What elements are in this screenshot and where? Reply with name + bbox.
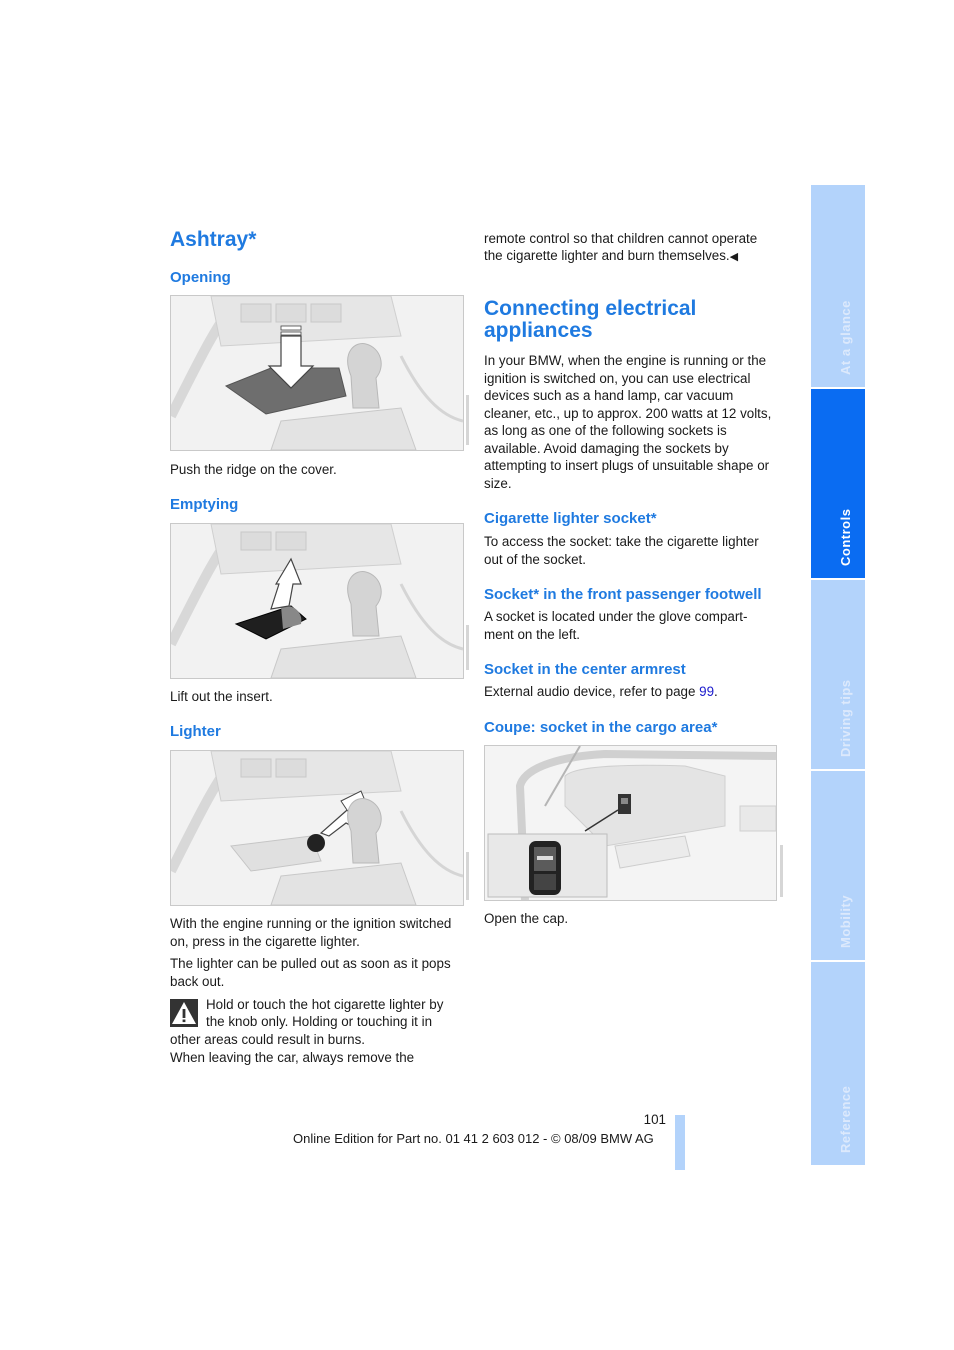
page-number: 101 — [643, 1112, 666, 1127]
lighter-paragraph-2: The lighter can be pulled out as soon as… — [170, 956, 451, 989]
continued-text-line-1: remote control so that children cannot o… — [484, 231, 758, 246]
warning-line-2: the knob only. Holding or touching it in — [206, 1014, 433, 1029]
figure-code — [464, 852, 472, 900]
tab-driving-tips[interactable]: Driving tips — [811, 580, 865, 769]
ashtray-cover-push-illustration — [170, 295, 464, 451]
tab-at-a-glance[interactable]: At a glance — [811, 185, 865, 387]
lighter-paragraph-1: With the engine running or the ignition … — [170, 916, 452, 949]
cigarette-lighter-socket-text: To access the socket: take the cigarette… — [484, 534, 759, 567]
page-marker-bar — [675, 1115, 685, 1170]
subheading-center-armrest-socket: Socket in the center armrest — [484, 661, 686, 678]
subheading-opening: Opening — [170, 269, 231, 286]
subheading-emptying: Emptying — [170, 496, 239, 513]
cargo-area-socket-illustration — [484, 745, 777, 901]
figure-code — [464, 395, 472, 445]
tab-label: At a glance — [838, 300, 853, 375]
section-title-ashtray: Ashtray* — [170, 228, 257, 251]
tab-controls[interactable]: Controls — [811, 389, 865, 578]
front-passenger-socket-text: A socket is located under the glove comp… — [484, 609, 748, 642]
tab-label: Controls — [838, 508, 853, 566]
ashtray-insert-lift-illustration — [170, 523, 464, 679]
subheading-cigarette-lighter-socket: Cigarette lighter socket* — [484, 510, 657, 527]
caption-emptying: Lift out the insert. — [170, 689, 273, 704]
figure-code — [464, 625, 472, 670]
tab-mobility[interactable]: Mobility — [811, 771, 865, 960]
caption-opening: Push the ridge on the cover. — [170, 462, 337, 477]
period: . — [714, 684, 718, 699]
tab-label: Reference — [838, 1085, 853, 1153]
end-mark-icon: ◀ — [729, 251, 739, 263]
warning-line-1: Hold or touch the hot cigarette lighter … — [206, 997, 444, 1012]
continued-text: the cigarette lighter and burn themselve… — [484, 248, 730, 263]
tab-label: Mobility — [838, 894, 853, 948]
cigarette-lighter-press-illustration — [170, 750, 464, 906]
section-title-connecting-line-1: Connecting electrical — [484, 297, 697, 320]
subheading-lighter: Lighter — [170, 723, 221, 740]
continued-text-line-2: the cigarette lighter and burn themselve… — [484, 247, 738, 267]
tab-reference[interactable]: Reference — [811, 962, 865, 1165]
center-armrest-socket-text: External audio device, refer to page 99. — [484, 683, 718, 701]
tab-label: Driving tips — [838, 679, 853, 757]
edition-footer: Online Edition for Part no. 01 41 2 603 … — [293, 1131, 654, 1146]
page-99-link[interactable]: 99 — [699, 684, 714, 699]
subheading-front-passenger-socket: Socket* in the front passenger footwell — [484, 586, 762, 603]
center-armrest-text: External audio device, refer to page — [484, 684, 700, 699]
connecting-intro: In your BMW, when the engine is running … — [484, 353, 772, 491]
warning-line-3: other areas could result in burns. — [170, 1032, 366, 1047]
warning-icon — [170, 999, 198, 1027]
figure-code — [778, 845, 786, 897]
section-title-connecting-line-2: appliances — [484, 319, 593, 342]
subheading-cargo-area-socket: Coupe: socket in the cargo area* — [484, 719, 718, 736]
caption-cargo-area: Open the cap. — [484, 911, 569, 926]
warning-line-4: When leaving the car, always remove the — [170, 1050, 415, 1065]
